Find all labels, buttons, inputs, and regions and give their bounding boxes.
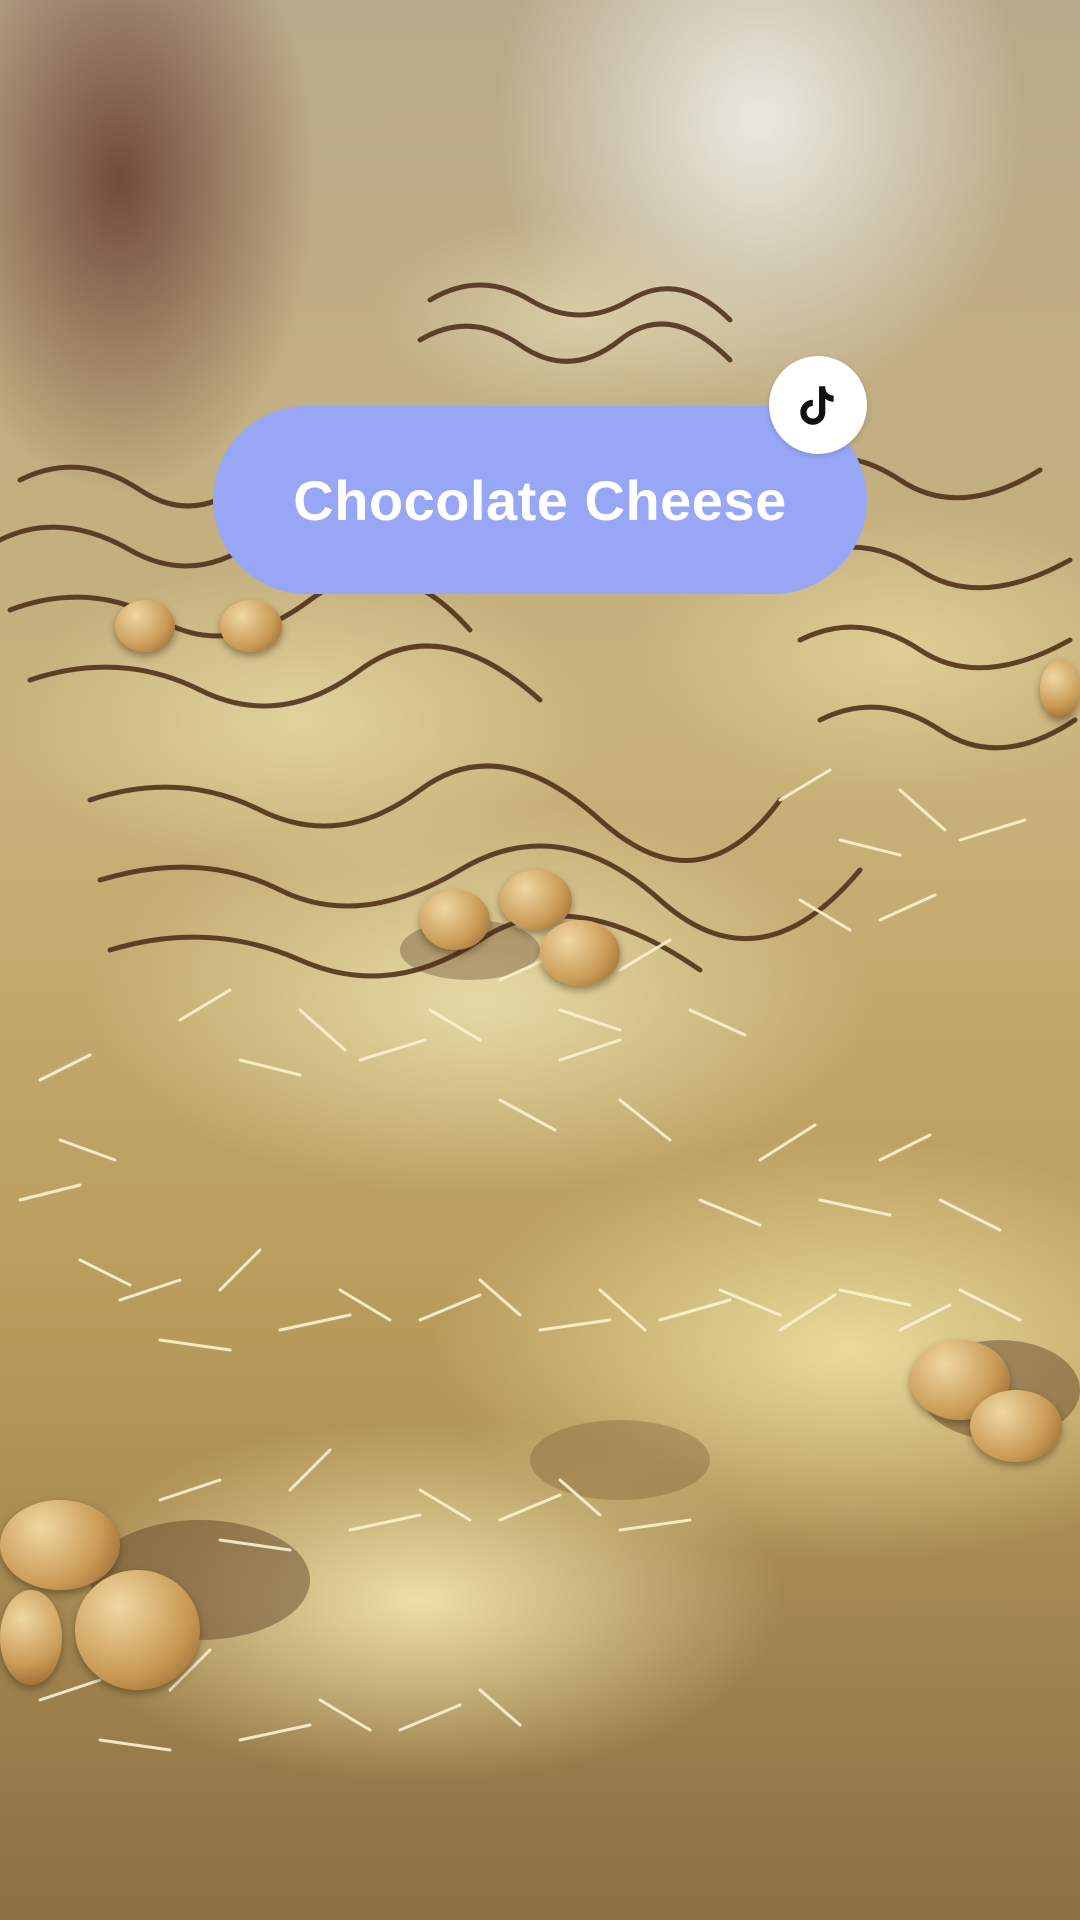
hazelnut bbox=[0, 1590, 62, 1685]
tiktok-note-icon bbox=[800, 386, 834, 425]
hazelnut bbox=[115, 600, 175, 652]
hazelnut bbox=[0, 1500, 120, 1590]
tiktok-logo-icon bbox=[769, 356, 867, 454]
title-text: Chocolate Cheese bbox=[293, 468, 787, 532]
hazelnut bbox=[220, 600, 282, 652]
hazelnut bbox=[540, 920, 620, 986]
hazelnut bbox=[1040, 660, 1080, 718]
hazelnut bbox=[970, 1390, 1062, 1462]
hazelnut bbox=[500, 870, 572, 930]
video-frame[interactable]: Chocolate Cheese bbox=[0, 0, 1080, 1920]
hazelnut bbox=[75, 1570, 200, 1690]
title-overlay: Chocolate Cheese bbox=[213, 406, 867, 594]
hazelnut bbox=[420, 890, 490, 950]
